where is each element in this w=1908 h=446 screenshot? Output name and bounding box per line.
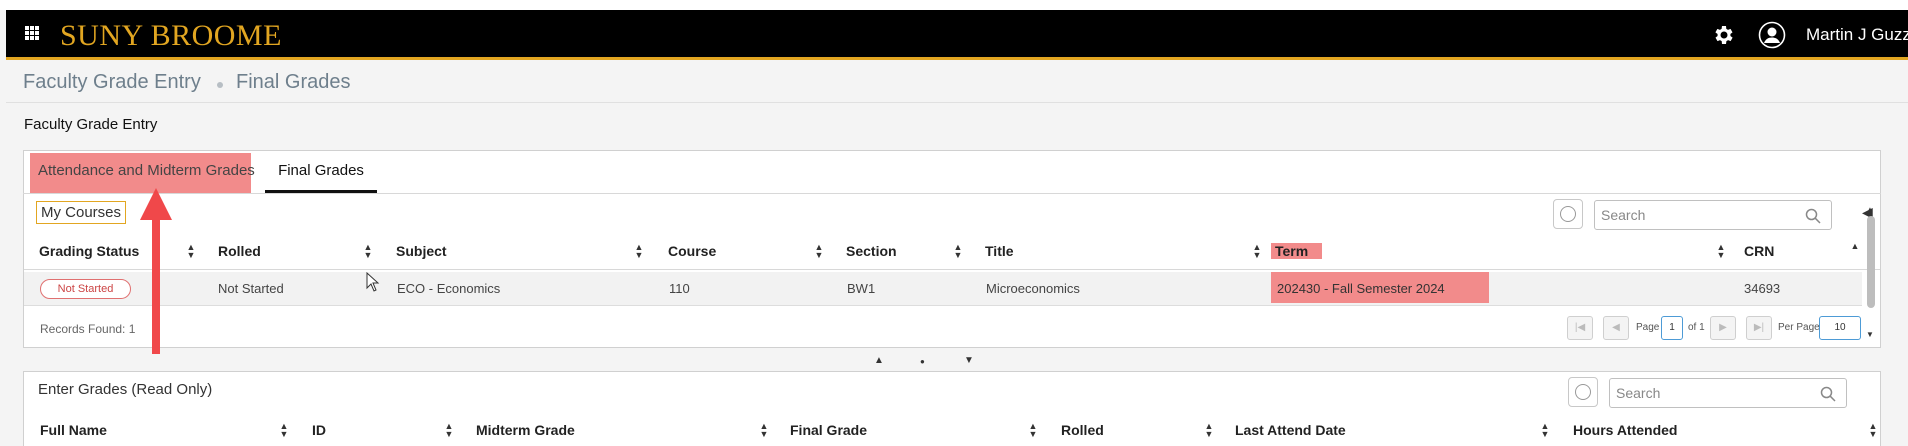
enter-grades-title: Enter Grades (Read Only) (38, 381, 213, 398)
sort-icon[interactable]: ▲ ▼ (1028, 422, 1038, 440)
courses-search-input[interactable] (1601, 201, 1751, 229)
sort-icon[interactable]: ▲ ▼ (953, 243, 963, 261)
expand-down-icon[interactable]: ▼ (964, 355, 974, 366)
sort-icon[interactable]: ▲ ▼ (444, 422, 454, 440)
scroll-up-icon[interactable]: ▲ (1866, 205, 1874, 214)
cell-course: 110 (669, 281, 690, 296)
columns-icon (1560, 206, 1576, 222)
column-header-crn[interactable]: CRN (1744, 243, 1774, 259)
cell-term: 202430 - Fall Semester 2024 (1271, 272, 1489, 303)
sort-icon[interactable]: ▲ ▼ (279, 422, 289, 440)
cell-title: Microeconomics (986, 281, 1080, 296)
grades-search-box[interactable] (1609, 378, 1847, 408)
column-header-last-attend-date[interactable]: Last Attend Date (1235, 422, 1346, 438)
per-page-label: Per Page (1778, 322, 1820, 333)
my-courses-title: My Courses (36, 201, 127, 224)
prev-page-button[interactable]: ◀ (1603, 316, 1629, 340)
sort-icon[interactable]: ▲ ▼ (1540, 422, 1550, 440)
column-header-id[interactable]: ID (312, 422, 326, 438)
scroll-down-icon[interactable]: ▼ (1866, 330, 1874, 339)
courses-search-box[interactable] (1594, 200, 1832, 230)
expand-up-icon[interactable]: ▲ (874, 355, 884, 366)
apps-grid-icon[interactable] (25, 26, 39, 40)
app-header: SUNY BROOME Martin J Guzzi (6, 10, 1908, 60)
next-page-button[interactable]: ▶ (1710, 316, 1736, 340)
grades-column-picker-button[interactable] (1568, 377, 1598, 407)
status-badge: Not Started (40, 279, 131, 299)
columns-icon (1575, 384, 1591, 400)
cell-subject: ECO - Economics (397, 281, 501, 296)
last-page-button[interactable]: ▶| (1746, 316, 1772, 340)
user-name[interactable]: Martin J Guzzi (1806, 25, 1908, 45)
page-title: Faculty Grade Entry (24, 116, 158, 133)
column-header-rolled[interactable]: Rolled (1061, 422, 1104, 438)
page-label: Page (1636, 322, 1660, 333)
table-row[interactable]: Not Started Not Started ECO - Economics … (24, 272, 1862, 306)
first-page-button[interactable]: |◀ (1567, 316, 1593, 340)
sort-icon[interactable]: ▲ ▼ (634, 243, 644, 261)
cell-rolled: Not Started (218, 281, 284, 296)
column-header-final-grade[interactable]: Final Grade (790, 422, 867, 438)
breadcrumb: Faculty Grade Entry Final Grades (6, 63, 1908, 103)
sort-ascending-icon[interactable]: ▲ (1850, 242, 1860, 260)
sort-icon[interactable]: ▲ ▼ (1252, 243, 1262, 261)
vertical-scrollbar[interactable] (1867, 216, 1875, 308)
sort-icon[interactable]: ▲ ▼ (1868, 422, 1878, 440)
browser-top-strip (0, 0, 1908, 10)
sort-icon[interactable]: ▲ ▼ (363, 243, 373, 261)
cell-section: BW1 (847, 281, 876, 296)
breadcrumb-separator (217, 82, 223, 88)
logo[interactable]: SUNY BROOME (60, 19, 282, 53)
column-picker-button[interactable] (1553, 199, 1583, 229)
courses-grid-header: Grading Status ▲ ▼ Rolled ▲ ▼ Subject ▲ ▼ C… (24, 234, 1880, 270)
sort-icon[interactable]: ▲ ▼ (759, 422, 769, 440)
column-header-full-name[interactable]: Full Name (40, 422, 107, 438)
per-page-input[interactable]: 10 (1819, 316, 1861, 340)
column-header-section[interactable]: Section (846, 243, 897, 259)
column-header-grading-status[interactable]: Grading Status (39, 243, 139, 259)
page-of-label: of 1 (1688, 322, 1705, 333)
column-header-midterm-grade[interactable]: Midterm Grade (476, 422, 575, 438)
sort-icon[interactable]: ▲ ▼ (814, 243, 824, 261)
cell-crn: 34693 (1744, 281, 1781, 296)
column-header-title[interactable]: Title (985, 243, 1014, 259)
splitter-handle-icon[interactable]: ● (920, 357, 925, 366)
tab-final-grades[interactable]: Final Grades (265, 153, 377, 193)
user-avatar-icon[interactable] (1758, 21, 1786, 49)
records-found: Records Found: 1 (40, 322, 136, 336)
grades-grid-header: Full Name ▲ ▼ ID ▲ ▼ Midterm Grade ▲ ▼ Fina… (24, 413, 1880, 446)
column-header-subject[interactable]: Subject (396, 243, 447, 259)
column-header-term[interactable]: Term (1271, 243, 1323, 259)
search-icon[interactable] (1820, 386, 1836, 402)
mouse-cursor-icon (366, 272, 380, 292)
gear-icon[interactable] (1712, 23, 1736, 47)
sort-icon[interactable]: ▲ ▼ (1716, 243, 1726, 261)
page-number-input[interactable]: 1 (1661, 316, 1683, 340)
sort-icon[interactable]: ▲ ▼ (1204, 422, 1214, 440)
search-icon[interactable] (1805, 208, 1821, 224)
column-header-rolled[interactable]: Rolled (218, 243, 261, 259)
grades-search-input[interactable] (1616, 379, 1766, 407)
breadcrumb-item-faculty-grade-entry[interactable]: Faculty Grade Entry (23, 71, 201, 94)
column-header-hours-attended[interactable]: Hours Attended (1573, 422, 1677, 438)
sort-icon[interactable]: ▲ ▼ (186, 243, 196, 261)
annotation-arrow-icon (140, 188, 172, 354)
column-header-course[interactable]: Course (668, 243, 716, 259)
tab-divider (23, 193, 1881, 194)
breadcrumb-item-final-grades: Final Grades (236, 71, 351, 93)
